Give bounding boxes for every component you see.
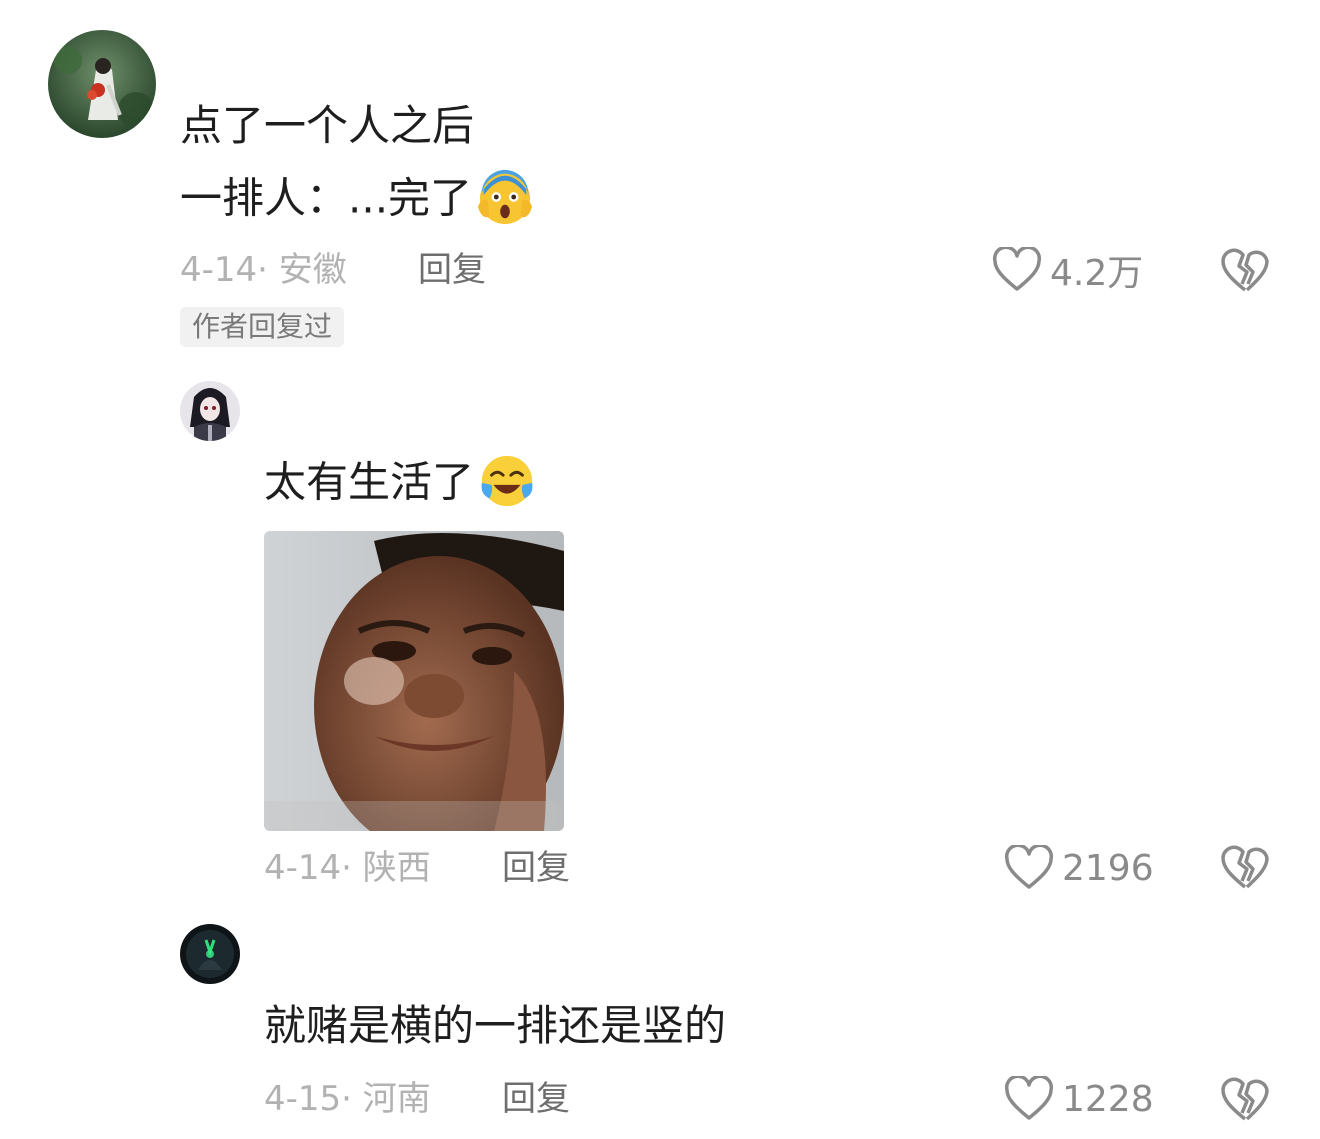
comment-text-line: 一排人：...完了 [180, 173, 473, 223]
comment-date: 4-14 [180, 250, 258, 290]
like-count: 2196 [1062, 847, 1154, 889]
comment-text: 太有生活了 [264, 455, 536, 514]
reply-button[interactable]: 回复 [502, 848, 570, 888]
broken-heart-icon [1220, 1075, 1270, 1123]
heart-icon [992, 247, 1042, 293]
avatar[interactable] [48, 30, 156, 138]
dislike-button[interactable] [1220, 843, 1270, 893]
comment-meta: 4-14· 安徽 [180, 250, 347, 290]
screaming-face-icon [476, 168, 534, 226]
like-button[interactable]: 4.2万 [992, 245, 1143, 295]
like-count: 1228 [1062, 1078, 1154, 1120]
reply-button[interactable]: 回复 [502, 1079, 570, 1119]
comment-text-line: 太有生活了 [264, 457, 475, 507]
like-count: 4.2万 [1050, 253, 1144, 294]
dislike-button[interactable] [1220, 246, 1270, 296]
comment-location: 河南 [362, 1079, 431, 1119]
heart-icon [1004, 845, 1054, 891]
comment-date: 4-15 [264, 1079, 342, 1119]
broken-heart-icon [1220, 246, 1270, 294]
crying-laughing-face-icon [478, 452, 536, 510]
broken-heart-icon [1220, 843, 1270, 891]
comment-location: 陕西 [362, 848, 431, 888]
like-button[interactable]: 1228 [1004, 1074, 1154, 1124]
author-replied-tag: 作者回复过 [180, 307, 345, 347]
like-button[interactable]: 2196 [1004, 843, 1154, 893]
comment-photo[interactable] [264, 531, 564, 831]
avatar[interactable] [180, 924, 240, 984]
heart-icon [1004, 1076, 1054, 1122]
comment-date: 4-14 [264, 848, 342, 888]
meta-separator: · [341, 848, 363, 888]
comment-text: 就赌是横的一排还是竖的 [264, 1001, 727, 1050]
meta-separator: · [341, 1079, 363, 1119]
comment-text: 点了一个人之后 [180, 101, 475, 150]
comment-text: 一排人：...完了 [180, 169, 534, 230]
comment-meta: 4-15· 河南 [264, 1079, 431, 1119]
comment-location: 安徽 [278, 250, 347, 290]
reply-button[interactable]: 回复 [418, 250, 486, 290]
comment-meta: 4-14· 陕西 [264, 848, 431, 888]
dislike-button[interactable] [1220, 1075, 1270, 1125]
avatar[interactable] [180, 381, 240, 441]
meta-separator: · [257, 250, 279, 290]
